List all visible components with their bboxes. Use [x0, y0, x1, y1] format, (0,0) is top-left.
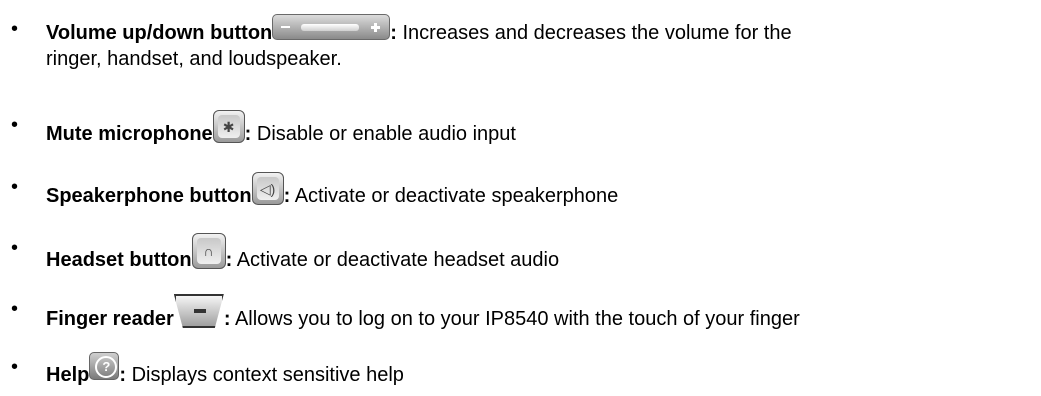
item-line: Mute microphone ✱: Disable or enable audi…: [46, 110, 516, 149]
item-description-continued: ringer, handset, and loudspeaker.: [46, 48, 342, 70]
item-term: Speakerphone button: [46, 185, 252, 207]
item-colon: :: [390, 22, 397, 44]
item-line: Volume up/down button: Increases and dec…: [46, 14, 792, 48]
headset-icon: ∩: [191, 233, 226, 269]
item-colon: :: [223, 308, 231, 330]
item-description: Allows you to log on to your IP8540 with…: [230, 308, 800, 330]
finger-reader-icon: [173, 294, 224, 328]
help-icon: ?: [89, 352, 120, 380]
item-term: Headset button: [46, 249, 192, 271]
item-term: Volume up/down button: [46, 22, 273, 44]
item-line: Speakerphone button ◁): Activate or deact…: [46, 172, 618, 211]
item-colon: :: [119, 364, 127, 386]
item-description: Disable or enable audio input: [251, 123, 516, 145]
item-description: Displays context sensitive help: [126, 364, 404, 386]
bullet: •: [11, 237, 19, 259]
bullet: •: [11, 114, 19, 136]
bullet: •: [11, 18, 19, 40]
item-description: Increases and decreases the volume for t…: [396, 22, 792, 44]
bullet: •: [11, 356, 19, 378]
item-line: Finger reader: Allows you to log on to y…: [46, 294, 800, 334]
volume-slider-icon: [272, 14, 391, 40]
mute-microphone-icon: ✱: [212, 110, 245, 143]
item-line: Headset button ∩: Activate or deactivate …: [46, 233, 559, 275]
item-description: Activate or deactivate headset audio: [232, 249, 560, 271]
item-term: Mute microphone: [46, 123, 213, 145]
bullet: •: [11, 298, 19, 320]
speaker-icon: ◁): [251, 172, 284, 205]
item-term: Help: [46, 364, 90, 386]
bullet: •: [11, 176, 19, 198]
item-line: Help?: Displays context sensitive help: [46, 352, 404, 390]
item-term: Finger reader: [46, 308, 174, 330]
item-description: Activate or deactivate speakerphone: [290, 185, 619, 207]
